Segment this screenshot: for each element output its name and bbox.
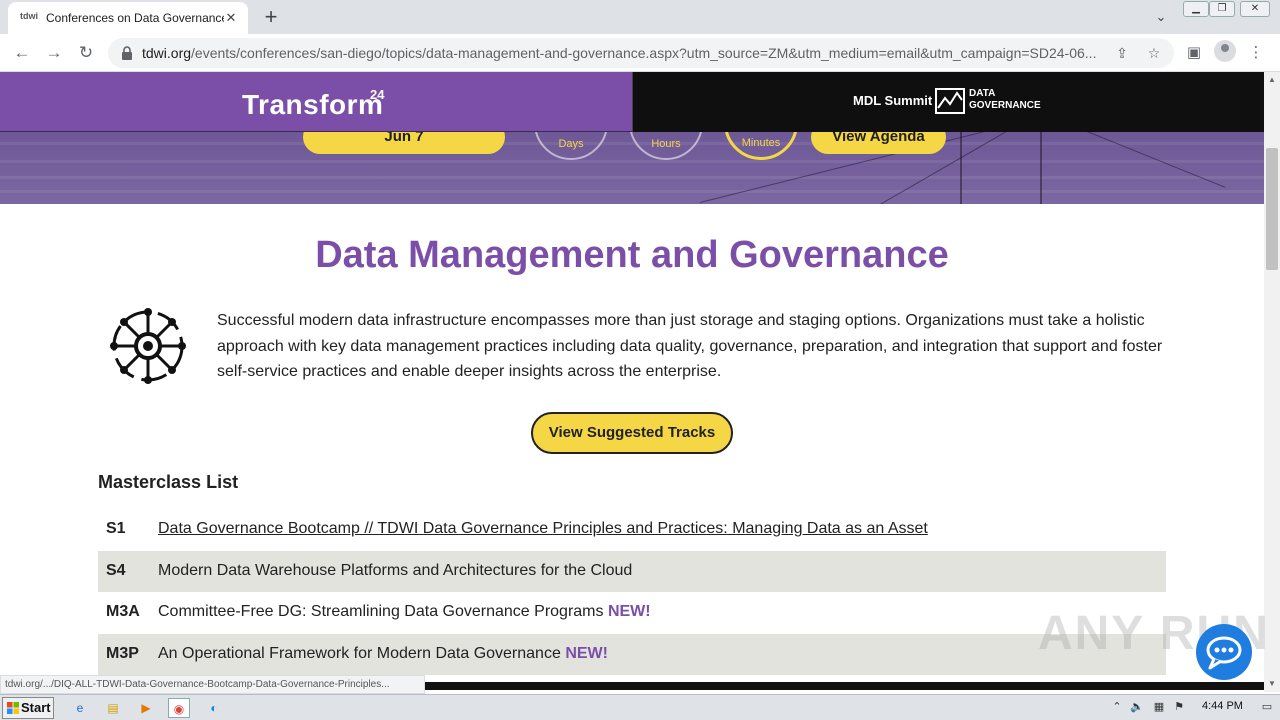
chat-widget-button[interactable]: [1196, 624, 1252, 680]
masterclass-code: M3A: [106, 603, 140, 620]
reload-icon[interactable]: ↻: [74, 41, 98, 65]
tray-expand-icon[interactable]: ⌃: [1110, 700, 1124, 714]
chrome-icon[interactable]: ◉: [168, 698, 190, 718]
conference-banner: Transform 24 MDL Summit DATA GOVERNANCE: [0, 72, 1264, 132]
url-text[interactable]: tdwi.org/events/conferences/san-diego/to…: [142, 45, 1102, 61]
vertical-scrollbar[interactable]: ▲ ▼: [1264, 72, 1280, 692]
data-governance-logo-text: DATA GOVERNANCE: [969, 88, 1041, 111]
windows-taskbar: Start e ▤ ▶ ◉ ◐ ⌃ 🔈 ▦ ⚑ 4:44 PM ▭: [0, 694, 1280, 720]
restore-window-icon[interactable]: ❐: [1209, 1, 1235, 17]
tab-close-icon[interactable]: ✕: [222, 9, 240, 27]
tab-search-chevron-icon[interactable]: ⌄: [1150, 6, 1172, 28]
masterclass-list-heading: Masterclass List: [98, 472, 239, 492]
masterclass-link[interactable]: Modern Data Warehouse Platforms and Arch…: [158, 562, 632, 580]
masterclass-link[interactable]: An Operational Framework for Modern Data…: [158, 645, 608, 663]
screen: tdwi Conferences on Data Governance & ✕ …: [0, 0, 1280, 720]
volume-icon[interactable]: 🔈: [1130, 700, 1144, 714]
status-bar-url: tdwi.org/.../DIQ-ALL-TDWI-Data-Governanc…: [0, 675, 425, 694]
countdown-minutes-label: Minutes: [741, 137, 781, 149]
masterclass-row: M3P An Operational Framework for Modern …: [98, 634, 1166, 675]
transform-year: 24: [370, 87, 385, 102]
scroll-up-icon[interactable]: ▲: [1264, 72, 1280, 88]
back-arrow-icon[interactable]: ←: [10, 41, 34, 65]
start-label: Start: [21, 700, 51, 715]
page-footer-strip: [425, 682, 1264, 690]
tab-favicon-icon: tdwi: [20, 11, 38, 21]
view-suggested-tracks-button[interactable]: View Suggested Tracks: [531, 412, 733, 454]
scrollbar-thumb[interactable]: [1266, 148, 1278, 270]
menu-dots-icon[interactable]: ⋮: [1244, 41, 1268, 65]
data-governance-logo-icon: [935, 88, 965, 114]
minimize-window-icon[interactable]: ▁: [1183, 1, 1209, 17]
address-bar[interactable]: tdwi.org/events/conferences/san-diego/to…: [108, 38, 1174, 68]
browser-tab[interactable]: tdwi Conferences on Data Governance & ✕: [8, 2, 248, 34]
internet-explorer-icon[interactable]: e: [69, 698, 91, 718]
bookmark-star-icon[interactable]: ☆: [1143, 42, 1165, 64]
intro-paragraph: Successful modern data infrastructure en…: [217, 312, 1163, 380]
gear-network-icon: [110, 308, 186, 384]
browser-toolbar: ← → ↻ tdwi.org/events/conferences/san-di…: [0, 34, 1280, 72]
transform-banner[interactable]: Transform 24: [0, 72, 632, 132]
view-suggested-tracks-label: View Suggested Tracks: [548, 424, 716, 441]
scroll-down-icon[interactable]: ▼: [1264, 676, 1280, 692]
lock-icon: [122, 46, 132, 60]
masterclass-link[interactable]: Committee-Free DG: Streamlining Data Gov…: [158, 603, 651, 621]
start-button[interactable]: Start: [2, 697, 54, 719]
masterclass-code: S4: [106, 562, 126, 579]
new-badge: NEW!: [565, 645, 608, 662]
masterclass-code: S1: [106, 520, 126, 537]
masterclass-row: S1 Data Governance Bootcamp // TDWI Data…: [98, 509, 1166, 550]
masterclass-row: M3A Committee-Free DG: Streamlining Data…: [98, 592, 1166, 633]
share-icon[interactable]: ⇪: [1111, 42, 1133, 64]
page-viewport: Jun 7 Days Hours Minutes View Agenda Tra…: [0, 72, 1264, 682]
tab-strip: tdwi Conferences on Data Governance & ✕ …: [0, 0, 1280, 34]
show-desktop-icon[interactable]: ▭: [1260, 700, 1274, 714]
page-title: Data Management and Governance: [315, 234, 949, 276]
new-badge: NEW!: [607, 603, 651, 620]
mdl-summit-logo: MDL Summit: [853, 93, 933, 108]
file-explorer-icon[interactable]: ▤: [102, 698, 124, 718]
new-tab-button[interactable]: +: [258, 4, 284, 30]
side-panel-icon[interactable]: ▣: [1182, 41, 1206, 65]
tab-title: Conferences on Data Governance &: [46, 11, 224, 25]
windows-flag-icon: [7, 702, 19, 714]
network-icon[interactable]: ▦: [1152, 700, 1166, 714]
close-window-icon[interactable]: ✕: [1240, 1, 1270, 17]
profile-avatar-icon[interactable]: [1214, 40, 1236, 62]
countdown-days-label: Days: [558, 138, 584, 150]
forward-arrow-icon[interactable]: →: [42, 41, 66, 65]
media-player-icon[interactable]: ▶: [135, 698, 157, 718]
chat-bubble-icon: [1206, 636, 1242, 670]
transform-logo: Transform: [242, 89, 384, 120]
masterclass-code: M3P: [106, 645, 139, 662]
masterclass-row: S4 Modern Data Warehouse Platforms and A…: [98, 551, 1166, 592]
taskbar-clock: 4:44 PM: [1202, 700, 1243, 712]
masterclass-link[interactable]: Data Governance Bootcamp // TDWI Data Go…: [158, 520, 928, 538]
edge-icon[interactable]: ◐: [203, 698, 225, 718]
countdown-hours-label: Hours: [651, 138, 681, 150]
action-center-flag-icon[interactable]: ⚑: [1172, 700, 1186, 714]
